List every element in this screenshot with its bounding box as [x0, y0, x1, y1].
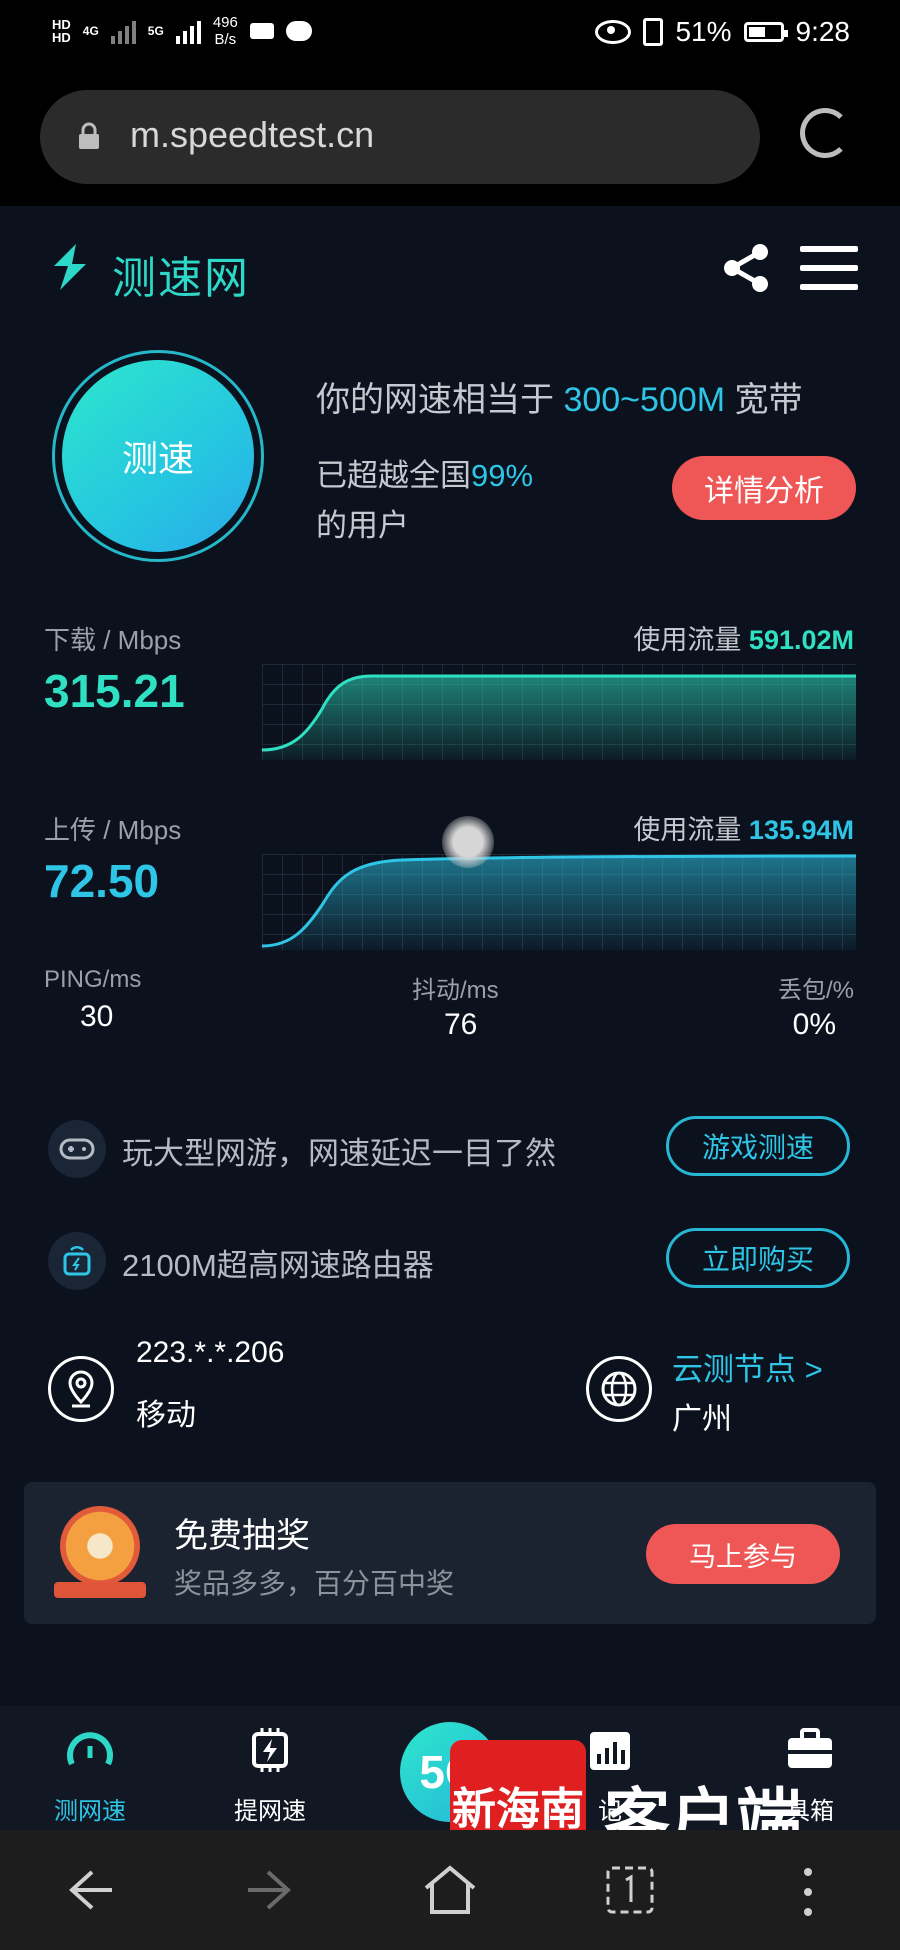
speedometer-icon: [67, 1732, 113, 1766]
jitter-value: 76: [444, 1008, 478, 1041]
tabs-icon[interactable]: [604, 1864, 656, 1916]
signal-icon: [175, 18, 201, 44]
packet-loss-label: 丢包/%: [777, 977, 854, 1004]
battery-icon: [743, 22, 788, 42]
download-chart: [262, 664, 856, 760]
menu-icon[interactable]: [800, 246, 858, 290]
download-label: 下载 / Mbps: [44, 625, 182, 655]
download-value: 315.21: [44, 665, 185, 717]
network-5g-label: 5G: [147, 24, 164, 38]
router-promo-text: 2100M超高网速路由器: [122, 1248, 434, 1283]
download-usage: 使用流量 591.02M: [633, 625, 854, 655]
gamepad-icon: [48, 1120, 106, 1178]
carrier: 移动: [136, 1399, 196, 1432]
upload-label: 上传 / Mbps: [44, 815, 182, 845]
ip-address: 223.*.*.206: [136, 1336, 285, 1369]
prize-wheel-base: [54, 1582, 146, 1598]
lottery-title: 免费抽奖: [174, 1517, 310, 1555]
location-icon: [48, 1356, 114, 1422]
battery-percent: 51%: [675, 16, 732, 47]
system-nav-bar: [0, 1830, 900, 1950]
buy-now-button[interactable]: 立即购买: [666, 1228, 850, 1288]
upload-usage: 使用流量 135.94M: [633, 815, 854, 845]
upload-chart: [262, 854, 856, 950]
game-speedtest-button[interactable]: 游戏测速: [666, 1116, 850, 1176]
video-call-icon: [249, 23, 274, 39]
status-right: 51% 9:28: [595, 16, 850, 48]
gauge-label: 测速: [121, 438, 194, 479]
status-bar: HD HD 4G 5G 496 B/s 51% 9:28: [0, 0, 900, 80]
home-icon[interactable]: [420, 1860, 480, 1920]
address-bar[interactable]: m.speedtest.cn: [40, 90, 760, 184]
broadband-equivalent: 你的网速相当于 300~500M 宽带: [316, 381, 803, 419]
signal-icon: [110, 18, 136, 44]
cloud-node-link[interactable]: 云测节点 >: [672, 1344, 823, 1389]
ping-value: 30: [80, 1000, 114, 1033]
lock-icon: [79, 122, 99, 149]
speedtest-start-button[interactable]: 测速: [62, 360, 254, 552]
hd-indicator: HD HD: [52, 17, 71, 45]
router-icon: [48, 1232, 106, 1290]
prize-wheel-icon: [60, 1506, 140, 1586]
share-icon[interactable]: [718, 240, 774, 296]
jitter-label: 抖动/ms: [412, 977, 499, 1004]
chat-icon: [285, 21, 312, 41]
join-now-button[interactable]: 马上参与: [646, 1524, 840, 1584]
game-promo-text: 玩大型网游，网速延迟一目了然: [122, 1136, 556, 1171]
more-options-icon[interactable]: [796, 1864, 820, 1920]
network-speed: 496 B/s: [212, 14, 238, 48]
beat-suffix: 的用户: [316, 508, 409, 543]
back-arrow-icon[interactable]: [62, 1862, 118, 1918]
lottery-subtitle: 奖品多多，百分百中奖: [174, 1568, 455, 1599]
nav-boost[interactable]: 提网速: [200, 1724, 340, 1826]
beat-percent-line: 已超越全国99%: [316, 458, 534, 493]
network-4g-label: 4G: [82, 24, 99, 38]
node-city: 广州: [672, 1403, 732, 1436]
url-text[interactable]: m.speedtest.cn: [130, 114, 374, 156]
globe-icon: [586, 1356, 652, 1422]
logo-icon: [54, 244, 86, 290]
chip-icon: [252, 1728, 288, 1772]
reload-icon[interactable]: [800, 108, 850, 158]
clock: 9:28: [795, 16, 851, 47]
download-area: [262, 676, 856, 760]
detail-analysis-button[interactable]: 详情分析: [672, 456, 856, 520]
packet-loss-value: 0%: [792, 1008, 836, 1041]
eye-icon: [595, 20, 632, 44]
lottery-card[interactable]: 免费抽奖 奖品多多，百分百中奖 马上参与: [24, 1482, 876, 1624]
touch-indicator: [442, 816, 494, 868]
nav-speedtest[interactable]: 测网速: [20, 1724, 160, 1826]
logo-text: 测速网: [112, 254, 250, 303]
forward-arrow-icon[interactable]: [242, 1862, 298, 1918]
beat-percent: 99%: [471, 458, 534, 493]
broadband-equivalent-value: 300~500M: [563, 381, 726, 419]
ping-label: PING/ms: [44, 966, 142, 993]
status-left: HD HD 4G 5G 496 B/s: [52, 14, 312, 48]
vibrate-icon: [643, 18, 664, 46]
upload-value: 72.50: [44, 855, 160, 907]
